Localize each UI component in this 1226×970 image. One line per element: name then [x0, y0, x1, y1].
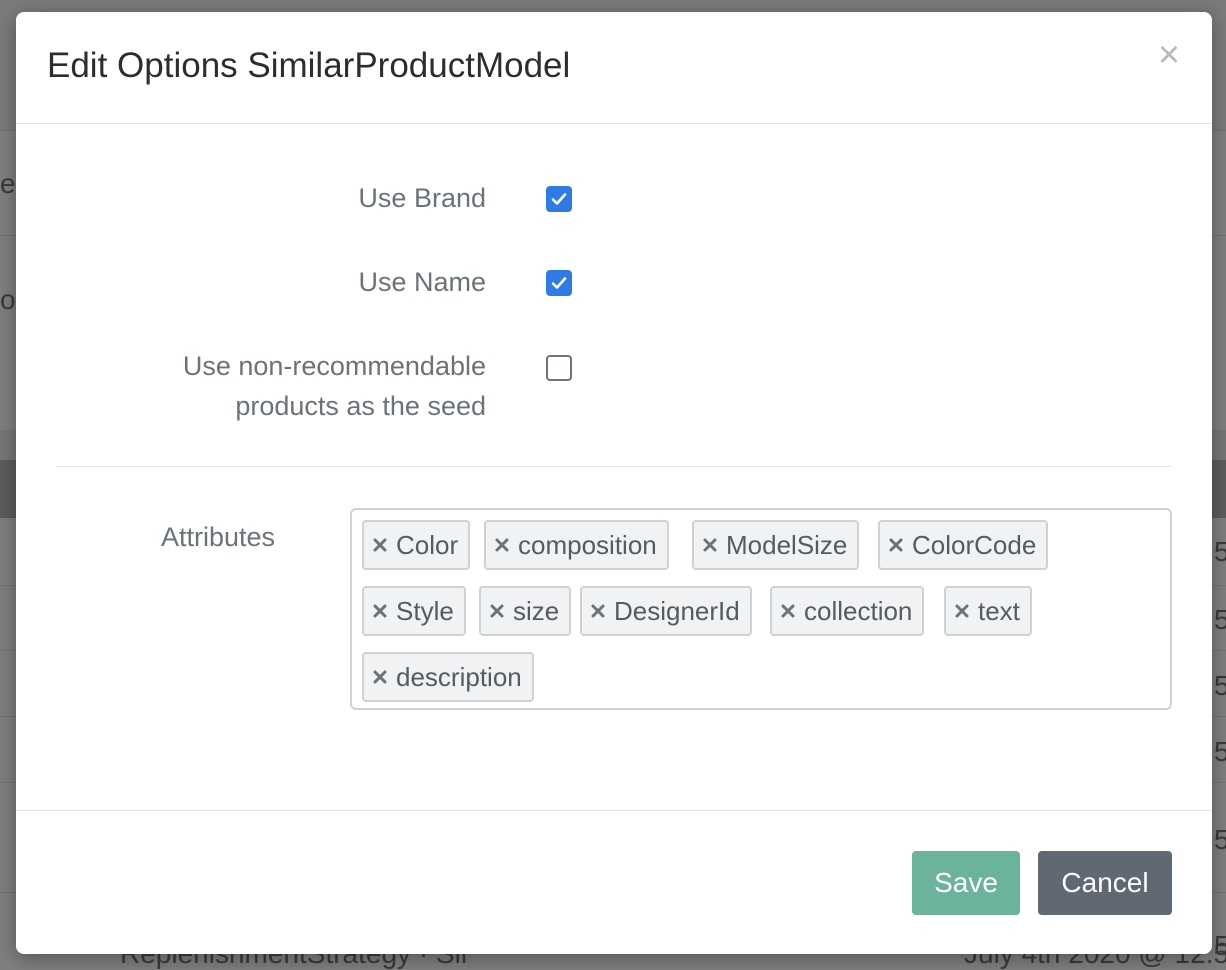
attribute-tag-modelsize: ModelSize: [692, 520, 860, 570]
remove-tag-icon[interactable]: [954, 588, 972, 634]
modal-header: Edit Options SimilarProductModel ×: [16, 12, 1212, 124]
background-text: 5: [1214, 604, 1226, 635]
attribute-tag-label: Color: [396, 530, 459, 560]
use-name-row: Use Name: [16, 262, 486, 302]
modal-title: Edit Options SimilarProductModel: [47, 46, 571, 85]
use-non-recommendable-row: Use non-recommendable products as the se…: [16, 346, 486, 426]
attribute-tag-description: description: [362, 652, 534, 702]
use-non-recommendable-checkbox[interactable]: [546, 355, 572, 381]
use-name-label: Use Name: [358, 267, 486, 297]
background-text: 5: [1214, 736, 1226, 767]
form-divider: [56, 466, 1172, 467]
background-text: e: [0, 168, 16, 199]
use-name-checkbox[interactable]: [546, 270, 572, 296]
use-brand-checkbox[interactable]: [546, 186, 572, 212]
modal-footer: Save Cancel: [16, 810, 1212, 954]
attribute-tag-label: text: [978, 596, 1020, 626]
remove-tag-icon[interactable]: [372, 588, 390, 634]
checkmark-icon: [551, 193, 567, 205]
remove-tag-icon[interactable]: [888, 522, 906, 568]
attribute-tag-color: Color: [362, 520, 471, 570]
background-text: 5: [1214, 824, 1226, 855]
attributes-label: Attributes: [161, 522, 276, 552]
attribute-tag-label: size: [513, 596, 560, 626]
remove-tag-icon[interactable]: [590, 588, 608, 634]
attribute-tag-label: Style: [396, 596, 454, 626]
attribute-tag-collection: collection: [770, 586, 925, 636]
use-non-recommendable-label-line1: Use non-recommendable: [182, 351, 486, 381]
remove-tag-icon[interactable]: [489, 588, 507, 634]
remove-tag-icon[interactable]: [372, 654, 390, 700]
remove-tag-icon[interactable]: [372, 522, 390, 568]
use-brand-row: Use Brand: [16, 178, 486, 218]
attribute-tag-label: ModelSize: [726, 530, 848, 560]
background-text: 5: [1214, 670, 1226, 701]
attribute-tag-text: text: [944, 586, 1032, 636]
attribute-tag-composition: composition: [484, 520, 669, 570]
remove-tag-icon[interactable]: [780, 588, 798, 634]
attribute-tag-label: description: [396, 662, 522, 692]
attribute-tag-label: composition: [518, 530, 657, 560]
save-button[interactable]: Save: [912, 851, 1020, 915]
remove-tag-icon[interactable]: [494, 522, 512, 568]
attributes-tag-input[interactable]: Color composition ModelSize ColorCode St…: [350, 508, 1172, 710]
use-brand-label: Use Brand: [358, 183, 486, 213]
edit-options-modal: Edit Options SimilarProductModel × Use B…: [16, 12, 1212, 954]
attribute-tag-designerid: DesignerId: [580, 586, 752, 636]
attribute-tag-label: DesignerId: [614, 596, 740, 626]
background-text: 5: [1214, 536, 1226, 567]
use-non-recommendable-label-line2: products as the seed: [235, 391, 486, 421]
attribute-tag-style: Style: [362, 586, 466, 636]
remove-tag-icon[interactable]: [702, 522, 720, 568]
attribute-tag-label: ColorCode: [912, 530, 1037, 560]
attribute-tag-colorcode: ColorCode: [878, 520, 1049, 570]
cancel-button[interactable]: Cancel: [1038, 851, 1172, 915]
attribute-tag-label: collection: [804, 596, 913, 626]
checkmark-icon: [551, 277, 567, 289]
attribute-tag-size: size: [479, 586, 572, 636]
close-icon[interactable]: ×: [1152, 36, 1186, 74]
